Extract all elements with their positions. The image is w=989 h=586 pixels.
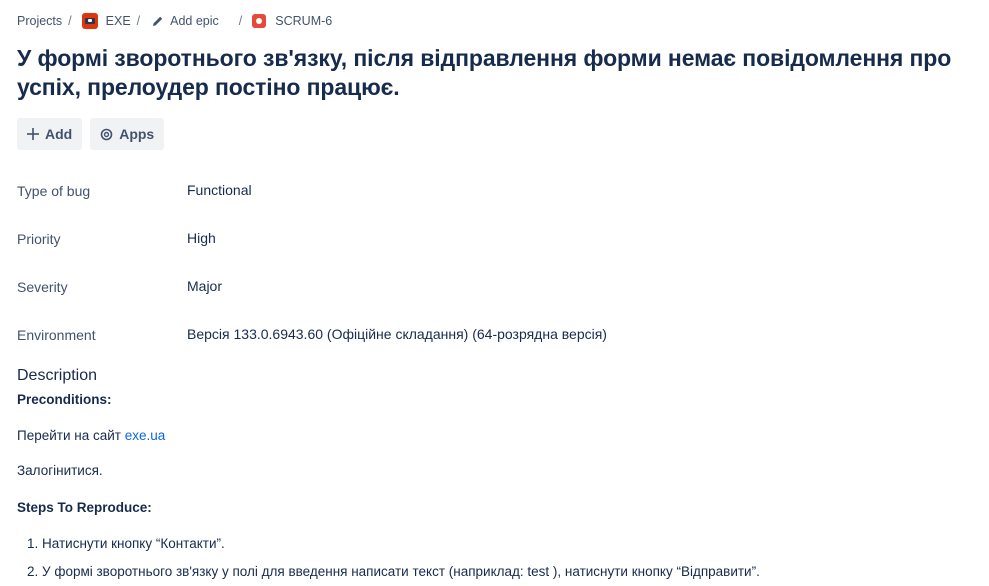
bug-icon	[252, 14, 267, 28]
add-button-label: Add	[45, 126, 73, 142]
preconditions-title: Preconditions:	[17, 392, 112, 407]
issue-title[interactable]: У формі зворотнього зв'язку, після відпр…	[17, 44, 967, 102]
apps-button[interactable]: Apps	[90, 118, 165, 150]
breadcrumb-separator: /	[238, 14, 243, 28]
field-value-type-of-bug[interactable]: Functional	[187, 182, 252, 198]
issue-actions: Add Apps	[17, 118, 165, 150]
breadcrumb: Projects / EXE / Add epic / SCRUM-6	[17, 12, 332, 30]
breadcrumb-issue-key-link[interactable]: SCRUM-6	[275, 14, 332, 28]
field-label-type-of-bug: Type of bug	[17, 183, 91, 199]
apps-icon	[100, 128, 113, 141]
field-label-severity: Severity	[17, 279, 68, 295]
precondition-line: Перейти на сайт exe.ua	[17, 428, 165, 443]
step-item: 2. У формі зворотнього зв'язку у полі дл…	[27, 564, 760, 579]
breadcrumb-separator: /	[136, 14, 141, 28]
breadcrumb-separator: /	[68, 14, 72, 28]
field-value-priority[interactable]: High	[187, 230, 216, 246]
field-value-environment[interactable]: Версія 133.0.6943.60 (Офіційне складання…	[187, 326, 607, 342]
steps-title: Steps To Reproduce:	[17, 500, 152, 515]
description-heading: Description	[17, 367, 98, 384]
project-avatar-icon	[81, 13, 98, 29]
step-item: 1. Натиснути кнопку “Контакти”.	[27, 536, 225, 551]
add-epic-link[interactable]: Add epic	[170, 14, 219, 28]
breadcrumb-project-link[interactable]: EXE	[106, 14, 131, 28]
pencil-icon	[152, 15, 164, 27]
plus-icon	[27, 128, 39, 140]
field-label-environment: Environment	[17, 327, 96, 343]
field-label-priority: Priority	[17, 231, 61, 247]
field-value-severity[interactable]: Major	[187, 278, 222, 294]
issue-view: Projects / EXE / Add epic / SCRUM-6 У фо…	[0, 0, 989, 586]
precondition-text: Перейти на сайт	[17, 428, 125, 443]
precondition-login: Залогінитися.	[17, 463, 103, 478]
breadcrumb-projects-link[interactable]: Projects	[17, 14, 62, 28]
add-button[interactable]: Add	[17, 118, 83, 150]
apps-button-label: Apps	[119, 126, 155, 142]
exe-ua-link[interactable]: exe.ua	[125, 428, 166, 443]
